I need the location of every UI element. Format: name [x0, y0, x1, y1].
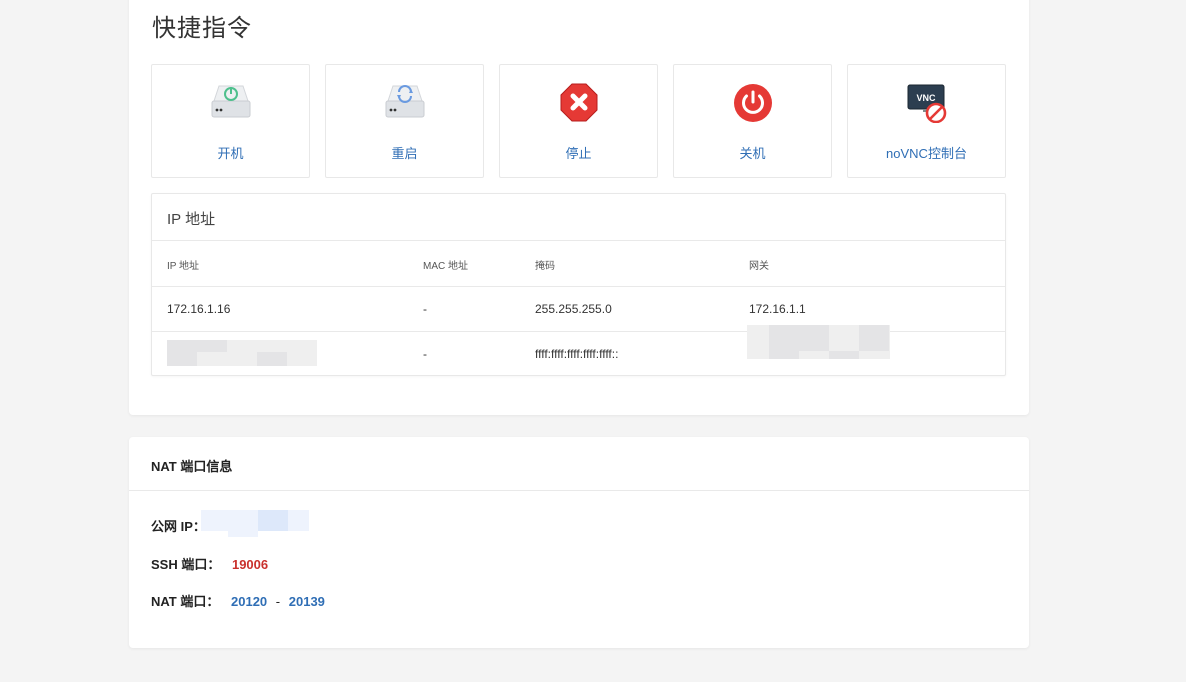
ssh-port-value: 19006: [231, 557, 269, 572]
novnc-label: noVNC控制台: [886, 146, 967, 161]
divider: [129, 490, 1029, 491]
nat-port-separator: -: [275, 594, 281, 609]
stop-sign-icon: [558, 83, 600, 123]
row1-mac: -: [423, 302, 427, 316]
novnc-console-button[interactable]: VNC noVNC控制台: [847, 64, 1006, 178]
nat-info-card: NAT 端口信息 公网 IP： SSH 端口： 19006 NAT 端口： 20…: [129, 437, 1029, 648]
header-gateway: 网关: [749, 261, 769, 272]
ssh-port-label: SSH 端口：: [151, 557, 221, 572]
nat-port-label: NAT 端口：: [151, 594, 220, 609]
public-ip-row: 公网 IP：: [151, 516, 206, 535]
nat-port-start: 20120: [231, 594, 268, 609]
public-ip-label: 公网 IP：: [151, 519, 206, 534]
nat-port-end: 20139: [288, 594, 325, 609]
divider: [152, 286, 1005, 287]
ip-address-panel: IP 地址 IP 地址 MAC 地址 掩码 网关 172.16.1.16 - 2…: [151, 193, 1006, 376]
nat-port-row: NAT 端口： 20120 - 20139: [151, 591, 325, 610]
restart-label: 重启: [391, 146, 418, 161]
nat-card-title: NAT 端口信息: [151, 459, 233, 474]
row1-mask: 255.255.255.0: [535, 302, 612, 316]
quick-actions: 开机 重启 停止 关机 VNC noVNC控制台: [151, 64, 1006, 178]
novnc-disabled-icon: VNC: [906, 83, 948, 124]
power-on-button[interactable]: 开机: [151, 64, 310, 178]
row1-gateway: 172.16.1.1: [749, 302, 806, 316]
vnc-icon-text: VNC: [916, 93, 936, 103]
power-on-drive-icon: [210, 83, 252, 123]
row2-mask: ffff:ffff:ffff:ffff:ffff::: [535, 347, 619, 361]
power-off-icon: [732, 83, 774, 123]
row2-mac: -: [423, 347, 427, 361]
row1-ip: 172.16.1.16: [167, 302, 231, 316]
restart-button[interactable]: 重启: [325, 64, 484, 178]
ip-panel-title: IP 地址: [167, 211, 216, 228]
stop-button[interactable]: 停止: [499, 64, 658, 178]
quick-commands-title: 快捷指令: [152, 15, 252, 42]
power-on-label: 开机: [217, 146, 244, 161]
header-mask: 掩码: [535, 261, 555, 272]
divider: [152, 240, 1005, 241]
power-off-label: 关机: [739, 146, 766, 161]
restart-drive-icon: [384, 83, 426, 123]
ssh-port-row: SSH 端口： 19006: [151, 554, 268, 573]
header-ip: IP 地址: [167, 261, 200, 272]
quick-commands-card: 快捷指令 开机 重启 停止 关机 VNC noVNC控制台 IP 地址 IP 地…: [129, 0, 1029, 415]
header-mac: MAC 地址: [423, 261, 468, 272]
stop-label: 停止: [565, 146, 592, 161]
power-off-button[interactable]: 关机: [673, 64, 832, 178]
